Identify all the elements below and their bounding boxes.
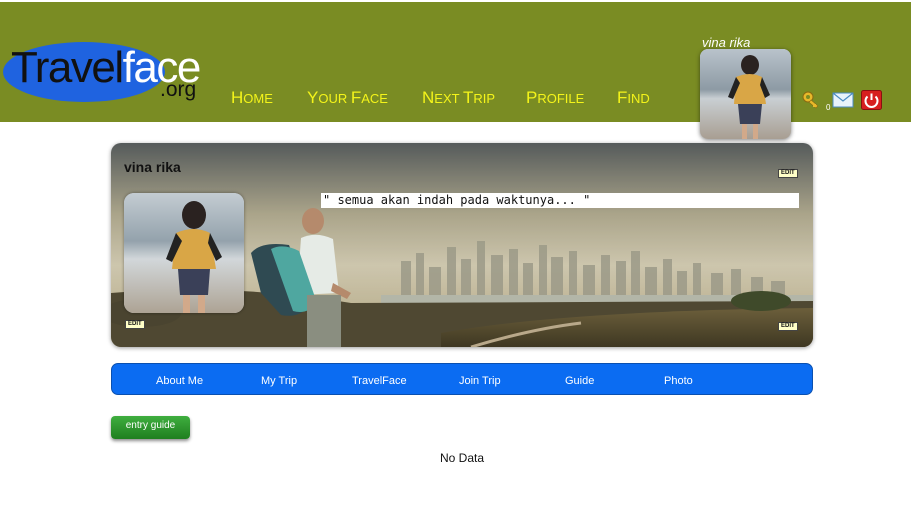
key-count: 0 <box>826 103 831 112</box>
nav-trip-rest: rip <box>473 91 496 106</box>
nav-your-face[interactable]: Your Face <box>307 88 388 108</box>
logo-suffix: .org <box>160 78 197 101</box>
nav-next-trip[interactable]: Next Trip <box>422 88 495 108</box>
profile-cover-banner: vina rika EDIT " semua akan indah pada w… <box>111 143 813 347</box>
tab-join-trip[interactable]: Join Trip <box>459 375 501 387</box>
tab-guide[interactable]: Guide <box>565 375 594 387</box>
nav-next-initial: N <box>422 88 435 107</box>
tab-travelface[interactable]: TravelFace <box>352 375 407 387</box>
nav-profile[interactable]: Profile <box>526 88 584 108</box>
key-icon[interactable] <box>801 90 823 115</box>
edit-photo-button[interactable]: EDIT <box>125 320 145 329</box>
empty-state-message: No Data <box>440 451 485 465</box>
nav-profile-rest: rofile <box>537 91 585 106</box>
header-username[interactable]: vina rika <box>702 35 750 50</box>
travelface-logo[interactable]: Travelface .org <box>3 36 208 108</box>
status-quote[interactable]: " semua akan indah pada waktunya... " <box>321 193 799 208</box>
edit-banner-button[interactable]: EDIT <box>778 322 798 331</box>
nav-next-rest: ext <box>434 91 463 106</box>
nav-find[interactable]: Find <box>617 88 650 108</box>
nav-home[interactable]: Home <box>231 88 273 108</box>
nav-home-initial: H <box>231 88 244 107</box>
nav-find-rest: ind <box>627 91 650 106</box>
header-user-avatar[interactable] <box>700 49 791 139</box>
profile-name: vina rika <box>124 159 181 175</box>
nav-your-rest: our <box>318 91 351 106</box>
nav-home-rest: ome <box>243 91 273 106</box>
nav-your-initial: Y <box>307 88 319 107</box>
nav-trip-initial: T <box>462 88 474 107</box>
nav-face-initial: F <box>350 88 362 107</box>
mail-icon[interactable] <box>832 91 854 114</box>
logo-part-travel: Travel <box>11 43 124 92</box>
profile-photo[interactable] <box>124 193 244 313</box>
nav-find-initial: F <box>617 88 628 107</box>
nav-profile-initial: P <box>526 88 538 107</box>
logout-power-icon[interactable] <box>861 90 882 115</box>
entry-guide-button[interactable]: entry guide <box>111 416 190 439</box>
profile-tab-bar: About Me My Trip TravelFace Join Trip Gu… <box>111 363 813 395</box>
tab-about-me[interactable]: About Me <box>156 375 203 387</box>
edit-cover-button[interactable]: EDIT <box>778 169 798 178</box>
nav-face-rest: ace <box>361 91 388 106</box>
tab-my-trip[interactable]: My Trip <box>261 375 297 387</box>
tab-photo[interactable]: Photo <box>664 375 693 387</box>
